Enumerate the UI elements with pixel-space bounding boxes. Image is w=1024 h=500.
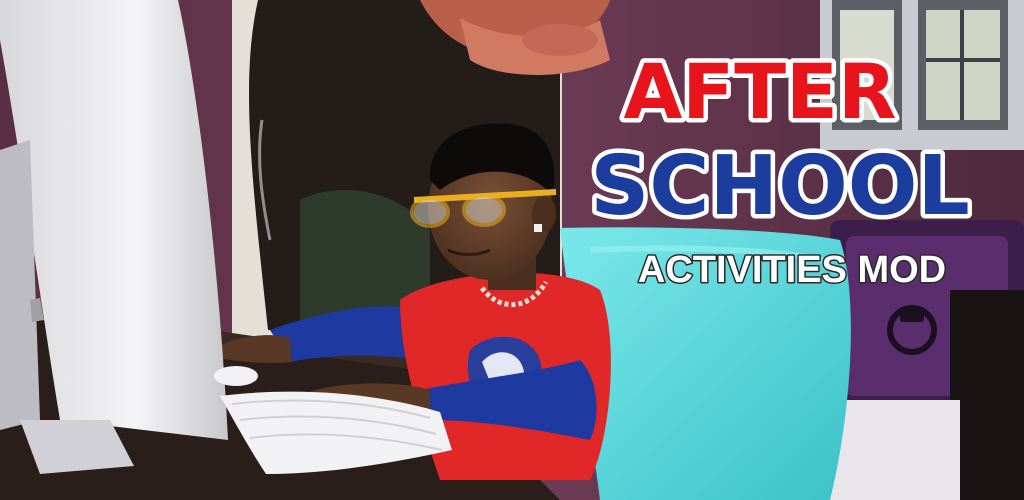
title-school: SCHOOL <box>590 139 970 234</box>
scene-art: AFTER SCHOOL ACTIVITIES MOD <box>0 0 1024 500</box>
mouse <box>214 366 258 386</box>
title-after: AFTER <box>623 47 896 136</box>
game-screenshot-scene: AFTER SCHOOL ACTIVITIES MOD <box>0 0 1024 500</box>
dark-shelf <box>950 290 1024 500</box>
subtitle-activities-mod: ACTIVITIES MOD <box>638 249 946 291</box>
floor <box>830 400 960 500</box>
